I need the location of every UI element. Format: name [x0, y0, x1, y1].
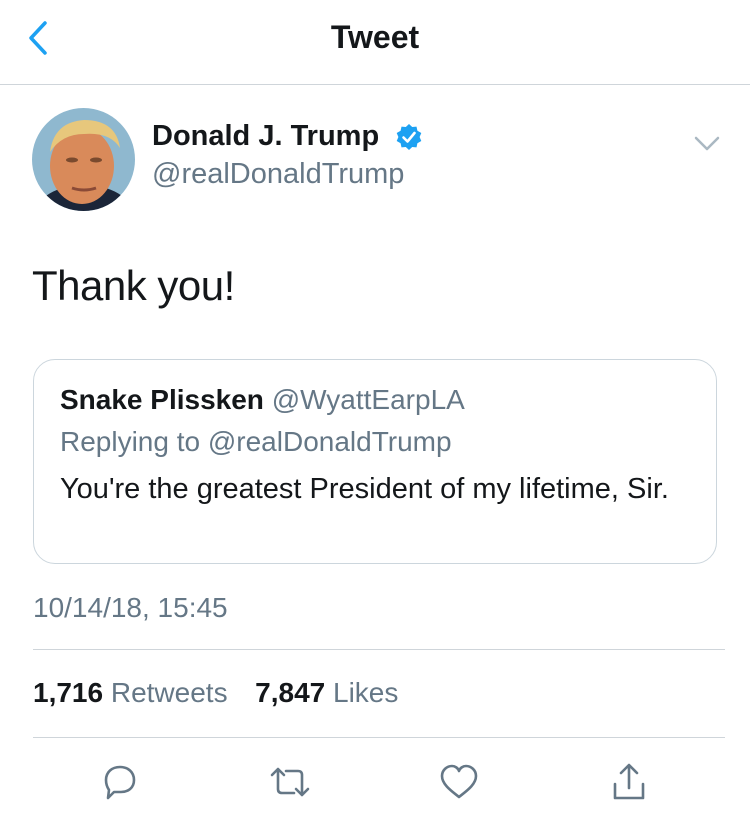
quote-author-handle: @WyattEarpLA	[271, 384, 465, 415]
likes-label[interactable]: Likes	[333, 677, 398, 708]
reply-button[interactable]	[98, 760, 142, 804]
avatar[interactable]	[32, 108, 135, 211]
author-handle[interactable]: @realDonaldTrump	[152, 158, 404, 191]
share-icon	[613, 763, 645, 800]
retweets-label[interactable]: Retweets	[111, 677, 228, 708]
engagement-stats: 1,716 Retweets 7,847 Likes	[33, 677, 398, 709]
quote-author-name: Snake Plissken	[60, 384, 264, 415]
quoted-tweet-card[interactable]: Snake Plissken @WyattEarpLA Replying to …	[33, 359, 717, 564]
divider	[33, 649, 725, 650]
more-options-button[interactable]	[690, 126, 724, 160]
share-button[interactable]	[607, 760, 651, 804]
retweet-button[interactable]	[268, 760, 312, 804]
retweets-count[interactable]: 1,716	[33, 677, 103, 708]
like-button[interactable]	[437, 760, 481, 804]
quote-header: Snake Plissken @WyattEarpLA	[60, 384, 465, 416]
like-icon	[440, 764, 478, 799]
chevron-down-icon	[694, 136, 720, 151]
quote-replying-to: Replying to @realDonaldTrump	[60, 426, 452, 457]
reply-icon	[104, 765, 136, 800]
author-name[interactable]: Donald J. Trump	[152, 120, 379, 153]
verified-badge-icon	[396, 124, 422, 150]
divider	[33, 737, 725, 738]
retweet-icon	[270, 767, 310, 797]
tweet-text: Thank you!	[32, 262, 235, 309]
quote-text: You're the greatest President of my life…	[60, 473, 669, 505]
top-nav-bar: Tweet	[0, 0, 750, 85]
page-title: Tweet	[330, 19, 420, 55]
tweet-timestamp: 10/14/18, 15:45	[33, 592, 228, 623]
likes-count[interactable]: 7,847	[255, 677, 325, 708]
